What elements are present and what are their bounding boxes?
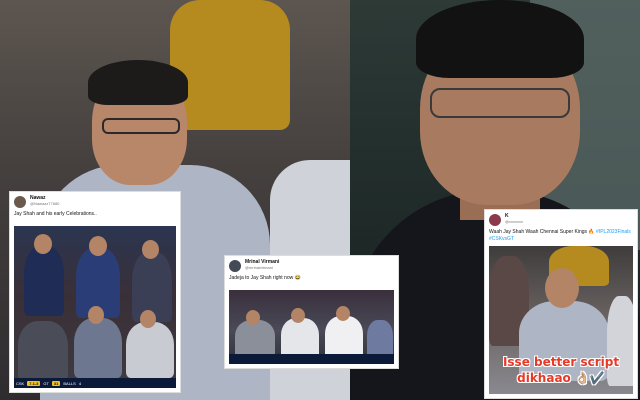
scoreboard: CSK 7.1-3 GT 31 BALLS 4: [14, 378, 176, 388]
avatar[interactable]: [229, 260, 241, 272]
tweet-header: Mrinal Virmani @mrinalvirmani: [225, 256, 398, 274]
scoreboard-balls: 4: [78, 380, 82, 386]
tweet-text-main: Waah Jay Shah Waah Chennai Super Kings 🔥: [489, 229, 595, 235]
collage: Nawaz @Nawazz77680 Jay Shah and his earl…: [0, 0, 640, 400]
scoreboard-runs: 31: [51, 380, 61, 386]
spectator-yellow: [170, 0, 290, 130]
scoreboard-balls-label: BALLS: [63, 380, 76, 386]
spectator-glasses: [102, 118, 180, 134]
spectator-hair: [88, 60, 188, 105]
tweet-text: Waah Jay Shah Waah Chennai Super Kings 🔥…: [485, 228, 637, 245]
tweet-media-image[interactable]: Isse better script dikhaao 👌🏼✔️: [489, 246, 633, 394]
scoreboard-score: 7.1-3: [27, 380, 41, 386]
tweet-text: Jay Shah and his early Celebrations..: [14, 211, 97, 217]
tweet-author-handle[interactable]: @xxxxxxx: [505, 219, 523, 225]
portrait-hair: [416, 0, 584, 78]
tweet-media-image[interactable]: [229, 290, 394, 364]
avatar[interactable]: [489, 214, 501, 226]
scoreboard: [229, 354, 394, 364]
tweet-card-k[interactable]: K @xxxxxxx Waah Jay Shah Waah Chennai Su…: [485, 210, 637, 398]
tweet-author-handle[interactable]: @mrinalvirmani: [245, 265, 279, 271]
meme-caption-line-1: Isse better script: [502, 354, 620, 369]
meme-caption: Isse better script dikhaao 👌🏼✔️: [489, 354, 633, 386]
meme-caption-line-2: dikhaao 👌🏼✔️: [517, 370, 605, 385]
portrait-glasses: [430, 88, 570, 118]
tweet-media-image[interactable]: CSK 7.1-3 GT 31 BALLS 4: [14, 226, 176, 388]
tweet-card-mrinal[interactable]: Mrinal Virmani @mrinalvirmani Jadeja to …: [225, 256, 398, 368]
tweet-author-handle[interactable]: @Nawazz77680: [30, 201, 59, 207]
tweet-header: K @xxxxxxx: [485, 210, 637, 228]
avatar[interactable]: [14, 196, 26, 208]
tweet-header: Nawaz @Nawazz77680: [10, 192, 180, 210]
scoreboard-team-b: GT: [43, 380, 49, 386]
tweet-card-nawaz[interactable]: Nawaz @Nawazz77680 Jay Shah and his earl…: [10, 192, 180, 392]
tweet-text: Jadeja to Jay Shah right now 😂: [229, 275, 301, 281]
scoreboard-team-a: CSK: [16, 380, 25, 386]
